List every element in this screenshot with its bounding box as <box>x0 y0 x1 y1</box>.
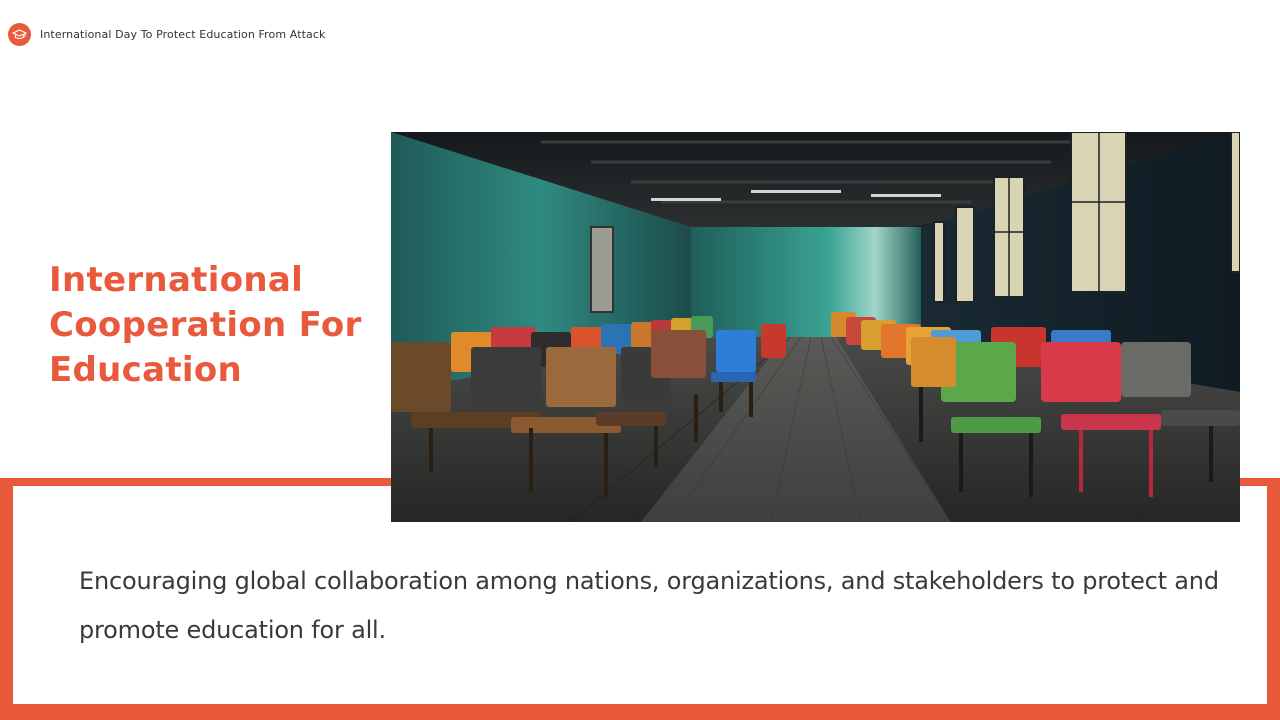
slide-title: International Cooperation For Education <box>49 258 389 393</box>
title-line-2: Cooperation For <box>49 305 362 345</box>
title-line-1: International <box>49 260 304 300</box>
body-text: Encouraging global collaboration among n… <box>79 567 1219 644</box>
classroom-photo <box>391 132 1240 522</box>
header-title: International Day To Protect Education F… <box>40 28 326 41</box>
graduation-cap-icon <box>8 23 31 46</box>
header: International Day To Protect Education F… <box>8 23 326 46</box>
slide: International Day To Protect Education F… <box>0 0 1280 720</box>
title-line-3: Education <box>49 350 243 390</box>
